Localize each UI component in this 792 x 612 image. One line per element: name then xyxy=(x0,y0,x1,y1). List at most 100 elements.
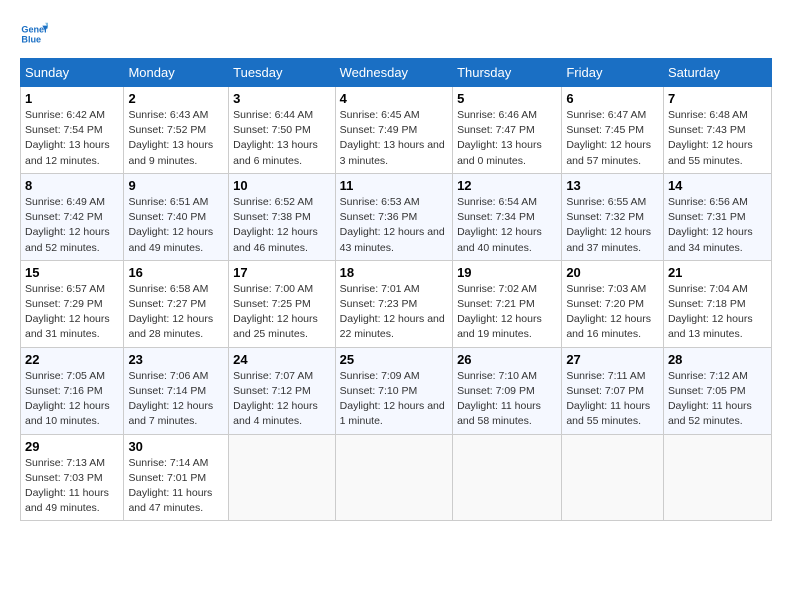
cell-info: Sunrise: 6:55 AM Sunset: 7:32 PM Dayligh… xyxy=(566,195,659,256)
calendar-cell: 12 Sunrise: 6:54 AM Sunset: 7:34 PM Dayl… xyxy=(453,173,562,260)
cell-info: Sunrise: 6:48 AM Sunset: 7:43 PM Dayligh… xyxy=(668,108,767,169)
calendar-cell: 7 Sunrise: 6:48 AM Sunset: 7:43 PM Dayli… xyxy=(663,87,771,174)
calendar-cell: 10 Sunrise: 6:52 AM Sunset: 7:38 PM Dayl… xyxy=(229,173,336,260)
cell-info: Sunrise: 7:05 AM Sunset: 7:16 PM Dayligh… xyxy=(25,369,119,430)
cell-info: Sunrise: 7:09 AM Sunset: 7:10 PM Dayligh… xyxy=(340,369,448,430)
calendar-cell: 23 Sunrise: 7:06 AM Sunset: 7:14 PM Dayl… xyxy=(124,347,229,434)
day-number: 24 xyxy=(233,352,331,367)
day-number: 10 xyxy=(233,178,331,193)
page-header: General Blue xyxy=(20,20,772,48)
cell-info: Sunrise: 7:01 AM Sunset: 7:23 PM Dayligh… xyxy=(340,282,448,343)
col-header-monday: Monday xyxy=(124,59,229,87)
day-number: 12 xyxy=(457,178,557,193)
calendar-cell: 25 Sunrise: 7:09 AM Sunset: 7:10 PM Dayl… xyxy=(335,347,452,434)
day-number: 4 xyxy=(340,91,448,106)
cell-info: Sunrise: 6:52 AM Sunset: 7:38 PM Dayligh… xyxy=(233,195,331,256)
day-number: 29 xyxy=(25,439,119,454)
cell-info: Sunrise: 6:47 AM Sunset: 7:45 PM Dayligh… xyxy=(566,108,659,169)
calendar-cell: 29 Sunrise: 7:13 AM Sunset: 7:03 PM Dayl… xyxy=(21,434,124,521)
calendar-cell: 6 Sunrise: 6:47 AM Sunset: 7:45 PM Dayli… xyxy=(562,87,664,174)
svg-text:Blue: Blue xyxy=(21,34,41,44)
calendar-cell: 28 Sunrise: 7:12 AM Sunset: 7:05 PM Dayl… xyxy=(663,347,771,434)
day-number: 3 xyxy=(233,91,331,106)
calendar-cell: 2 Sunrise: 6:43 AM Sunset: 7:52 PM Dayli… xyxy=(124,87,229,174)
day-number: 8 xyxy=(25,178,119,193)
calendar-cell: 15 Sunrise: 6:57 AM Sunset: 7:29 PM Dayl… xyxy=(21,260,124,347)
cell-info: Sunrise: 6:46 AM Sunset: 7:47 PM Dayligh… xyxy=(457,108,557,169)
calendar-table: SundayMondayTuesdayWednesdayThursdayFrid… xyxy=(20,58,772,521)
cell-info: Sunrise: 6:42 AM Sunset: 7:54 PM Dayligh… xyxy=(25,108,119,169)
calendar-cell: 16 Sunrise: 6:58 AM Sunset: 7:27 PM Dayl… xyxy=(124,260,229,347)
cell-info: Sunrise: 7:06 AM Sunset: 7:14 PM Dayligh… xyxy=(128,369,224,430)
cell-info: Sunrise: 6:54 AM Sunset: 7:34 PM Dayligh… xyxy=(457,195,557,256)
calendar-cell: 13 Sunrise: 6:55 AM Sunset: 7:32 PM Dayl… xyxy=(562,173,664,260)
cell-info: Sunrise: 6:43 AM Sunset: 7:52 PM Dayligh… xyxy=(128,108,224,169)
calendar-cell xyxy=(453,434,562,521)
cell-info: Sunrise: 7:13 AM Sunset: 7:03 PM Dayligh… xyxy=(25,456,119,517)
calendar-cell: 9 Sunrise: 6:51 AM Sunset: 7:40 PM Dayli… xyxy=(124,173,229,260)
day-number: 27 xyxy=(566,352,659,367)
day-number: 5 xyxy=(457,91,557,106)
col-header-wednesday: Wednesday xyxy=(335,59,452,87)
calendar-cell: 27 Sunrise: 7:11 AM Sunset: 7:07 PM Dayl… xyxy=(562,347,664,434)
cell-info: Sunrise: 6:49 AM Sunset: 7:42 PM Dayligh… xyxy=(25,195,119,256)
logo: General Blue xyxy=(20,20,52,48)
cell-info: Sunrise: 6:44 AM Sunset: 7:50 PM Dayligh… xyxy=(233,108,331,169)
col-header-tuesday: Tuesday xyxy=(229,59,336,87)
day-number: 14 xyxy=(668,178,767,193)
day-number: 21 xyxy=(668,265,767,280)
cell-info: Sunrise: 7:11 AM Sunset: 7:07 PM Dayligh… xyxy=(566,369,659,430)
day-number: 28 xyxy=(668,352,767,367)
calendar-cell: 17 Sunrise: 7:00 AM Sunset: 7:25 PM Dayl… xyxy=(229,260,336,347)
week-row-5: 29 Sunrise: 7:13 AM Sunset: 7:03 PM Dayl… xyxy=(21,434,772,521)
calendar-cell xyxy=(663,434,771,521)
calendar-cell: 21 Sunrise: 7:04 AM Sunset: 7:18 PM Dayl… xyxy=(663,260,771,347)
cell-info: Sunrise: 7:14 AM Sunset: 7:01 PM Dayligh… xyxy=(128,456,224,517)
calendar-cell: 26 Sunrise: 7:10 AM Sunset: 7:09 PM Dayl… xyxy=(453,347,562,434)
calendar-cell: 5 Sunrise: 6:46 AM Sunset: 7:47 PM Dayli… xyxy=(453,87,562,174)
day-number: 9 xyxy=(128,178,224,193)
col-header-friday: Friday xyxy=(562,59,664,87)
week-row-1: 1 Sunrise: 6:42 AM Sunset: 7:54 PM Dayli… xyxy=(21,87,772,174)
calendar-cell: 22 Sunrise: 7:05 AM Sunset: 7:16 PM Dayl… xyxy=(21,347,124,434)
calendar-cell: 8 Sunrise: 6:49 AM Sunset: 7:42 PM Dayli… xyxy=(21,173,124,260)
calendar-cell xyxy=(229,434,336,521)
cell-info: Sunrise: 6:53 AM Sunset: 7:36 PM Dayligh… xyxy=(340,195,448,256)
cell-info: Sunrise: 7:07 AM Sunset: 7:12 PM Dayligh… xyxy=(233,369,331,430)
day-number: 1 xyxy=(25,91,119,106)
col-header-thursday: Thursday xyxy=(453,59,562,87)
calendar-cell: 19 Sunrise: 7:02 AM Sunset: 7:21 PM Dayl… xyxy=(453,260,562,347)
cell-info: Sunrise: 7:02 AM Sunset: 7:21 PM Dayligh… xyxy=(457,282,557,343)
day-number: 2 xyxy=(128,91,224,106)
calendar-cell xyxy=(335,434,452,521)
day-number: 20 xyxy=(566,265,659,280)
col-header-sunday: Sunday xyxy=(21,59,124,87)
day-number: 19 xyxy=(457,265,557,280)
day-number: 18 xyxy=(340,265,448,280)
day-number: 13 xyxy=(566,178,659,193)
header-row: SundayMondayTuesdayWednesdayThursdayFrid… xyxy=(21,59,772,87)
week-row-3: 15 Sunrise: 6:57 AM Sunset: 7:29 PM Dayl… xyxy=(21,260,772,347)
calendar-cell: 4 Sunrise: 6:45 AM Sunset: 7:49 PM Dayli… xyxy=(335,87,452,174)
cell-info: Sunrise: 7:03 AM Sunset: 7:20 PM Dayligh… xyxy=(566,282,659,343)
cell-info: Sunrise: 6:51 AM Sunset: 7:40 PM Dayligh… xyxy=(128,195,224,256)
cell-info: Sunrise: 7:10 AM Sunset: 7:09 PM Dayligh… xyxy=(457,369,557,430)
day-number: 16 xyxy=(128,265,224,280)
cell-info: Sunrise: 6:58 AM Sunset: 7:27 PM Dayligh… xyxy=(128,282,224,343)
cell-info: Sunrise: 6:45 AM Sunset: 7:49 PM Dayligh… xyxy=(340,108,448,169)
day-number: 22 xyxy=(25,352,119,367)
week-row-4: 22 Sunrise: 7:05 AM Sunset: 7:16 PM Dayl… xyxy=(21,347,772,434)
calendar-cell: 18 Sunrise: 7:01 AM Sunset: 7:23 PM Dayl… xyxy=(335,260,452,347)
day-number: 23 xyxy=(128,352,224,367)
day-number: 7 xyxy=(668,91,767,106)
calendar-cell: 1 Sunrise: 6:42 AM Sunset: 7:54 PM Dayli… xyxy=(21,87,124,174)
calendar-cell xyxy=(562,434,664,521)
cell-info: Sunrise: 7:04 AM Sunset: 7:18 PM Dayligh… xyxy=(668,282,767,343)
day-number: 6 xyxy=(566,91,659,106)
calendar-cell: 24 Sunrise: 7:07 AM Sunset: 7:12 PM Dayl… xyxy=(229,347,336,434)
cell-info: Sunrise: 6:57 AM Sunset: 7:29 PM Dayligh… xyxy=(25,282,119,343)
calendar-cell: 14 Sunrise: 6:56 AM Sunset: 7:31 PM Dayl… xyxy=(663,173,771,260)
calendar-cell: 3 Sunrise: 6:44 AM Sunset: 7:50 PM Dayli… xyxy=(229,87,336,174)
logo-icon: General Blue xyxy=(20,20,48,48)
day-number: 25 xyxy=(340,352,448,367)
